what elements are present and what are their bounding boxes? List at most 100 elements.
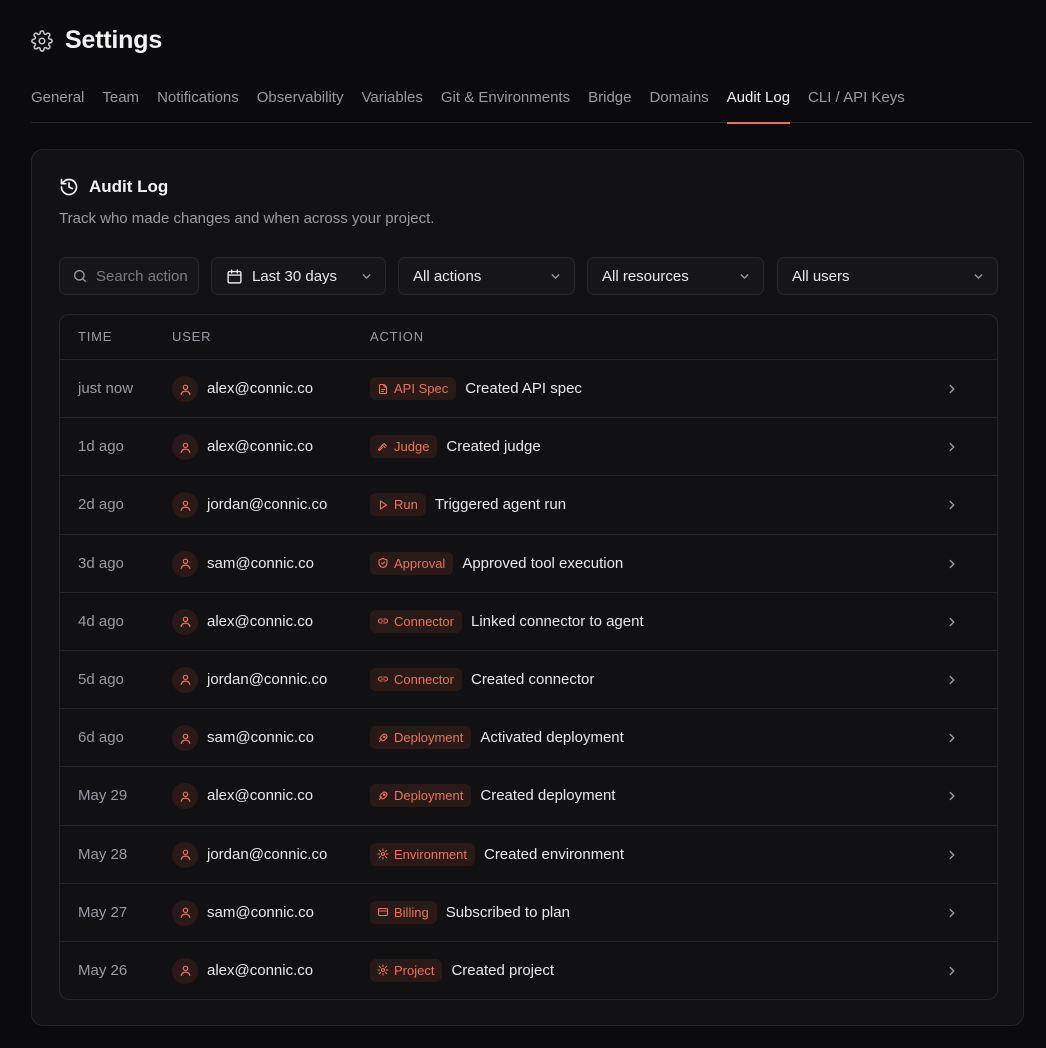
tab-notifications[interactable]: Notifications xyxy=(157,80,239,123)
resource-badge: Judge xyxy=(370,435,438,459)
chevron-right-icon xyxy=(949,442,955,452)
badge-label: Judge xyxy=(394,439,430,455)
history-icon xyxy=(60,178,78,196)
row-time: May 27 xyxy=(78,903,128,921)
avatar xyxy=(172,899,198,926)
tab-cli-api-keys[interactable]: CLI / API Keys xyxy=(808,80,905,123)
table-row[interactable]: May 26 alex@connic.co Project Created proje… xyxy=(60,942,997,999)
row-user: alex@connic.co xyxy=(207,961,314,979)
table-row[interactable]: 3d ago sam@connic.co Approval Approved tool… xyxy=(60,535,997,593)
date-range-select[interactable]: Last 30 days xyxy=(211,257,386,295)
resource-badge: API Spec xyxy=(370,377,457,400)
row-user: jordan@connic.co xyxy=(207,496,328,514)
row-time: 5d ago xyxy=(78,670,124,688)
gear-icon xyxy=(31,29,53,52)
link-icon xyxy=(377,618,389,624)
action-description: Activated deployment xyxy=(480,729,624,747)
table-row[interactable]: just now alex@connic.co API Spec Created AP… xyxy=(60,360,997,419)
action-description: Subscribed to plan xyxy=(445,903,570,921)
table-row[interactable]: May 27 sam@connic.co Billing Subscribed to … xyxy=(60,884,997,942)
row-action: Judge Created judge xyxy=(370,435,541,459)
search-icon xyxy=(74,270,86,282)
tab-audit-log[interactable]: Audit Log xyxy=(726,80,791,124)
resources-value: All resources xyxy=(602,267,689,285)
table-row[interactable]: 1d ago alex@connic.co Judge Created judge xyxy=(60,418,997,477)
resource-badge: Approval xyxy=(370,551,454,575)
row-action: API Spec Created API spec xyxy=(370,377,582,400)
row-time: 3d ago xyxy=(78,554,124,572)
tab-general[interactable]: General xyxy=(31,80,84,123)
badge-label: Billing xyxy=(394,904,429,920)
user-icon xyxy=(180,500,190,511)
tab-bridge[interactable]: Bridge xyxy=(588,80,631,123)
table-row[interactable]: 2d ago jordan@connic.co Run Triggered agent… xyxy=(60,476,997,535)
resource-badge: Environment xyxy=(370,842,475,866)
chevron-right-icon xyxy=(949,850,955,859)
resource-badge: Deployment xyxy=(370,784,472,808)
chevron-down-icon xyxy=(974,274,983,279)
tab-git-environments[interactable]: Git & Environments xyxy=(441,80,570,123)
chevron-down-icon xyxy=(740,274,749,279)
avatar xyxy=(172,957,198,984)
table-row[interactable]: 4d ago alex@connic.co Connector Linked conn… xyxy=(60,593,997,651)
tab-variables[interactable]: Variables xyxy=(361,80,422,123)
link-icon xyxy=(377,676,389,682)
action-description: Approved tool execution xyxy=(462,554,624,572)
row-action: Connector Created connector xyxy=(370,667,595,691)
tab-team[interactable]: Team xyxy=(102,80,139,123)
user-icon xyxy=(180,849,190,860)
table-row[interactable]: 5d ago jordan@connic.co Connector Created c… xyxy=(60,651,997,710)
badge-label: API Spec xyxy=(394,381,449,396)
avatar xyxy=(172,434,198,461)
tab-domains[interactable]: Domains xyxy=(649,80,708,123)
row-time: 4d ago xyxy=(78,612,124,630)
gavel-icon xyxy=(377,442,388,451)
settings-tabs: General Team Notifications Observability… xyxy=(31,80,1032,124)
chevron-right-icon xyxy=(949,792,955,801)
table-row[interactable]: May 28 jordan@connic.co Environment Created… xyxy=(60,826,997,884)
badge-label: Project xyxy=(394,962,435,978)
avatar xyxy=(172,725,198,752)
user-icon xyxy=(180,965,190,977)
avatar xyxy=(172,783,198,810)
row-user: alex@connic.co xyxy=(207,787,314,805)
row-time: 1d ago xyxy=(78,438,124,456)
row-user: jordan@connic.co xyxy=(207,845,328,863)
badge-label: Run xyxy=(394,497,418,513)
file-icon xyxy=(378,383,388,394)
action-description: Created connector xyxy=(470,670,595,688)
action-description: Linked connector to agent xyxy=(470,612,644,630)
row-action: Run Triggered agent run xyxy=(370,493,566,517)
card-header: Audit Log xyxy=(59,177,168,197)
shield-check-icon xyxy=(378,558,388,569)
row-time: 2d ago xyxy=(78,496,124,514)
table-header: TIME USER ACTION xyxy=(60,315,997,360)
table-row[interactable]: May 29 alex@connic.co Deployment Created de… xyxy=(60,767,997,826)
rocket-icon xyxy=(378,791,388,800)
search-field[interactable] xyxy=(59,257,199,295)
gear-icon xyxy=(377,964,389,976)
user-icon xyxy=(180,558,190,570)
tab-observability[interactable]: Observability xyxy=(257,80,344,123)
calendar-icon xyxy=(227,268,242,284)
user-icon xyxy=(180,733,190,744)
resources-select[interactable]: All resources xyxy=(587,257,764,295)
resource-badge: Connector xyxy=(370,667,462,691)
row-action: Billing Subscribed to plan xyxy=(370,900,570,924)
chevron-right-icon xyxy=(949,908,955,917)
row-time: just now xyxy=(78,380,134,397)
row-action: Project Created project xyxy=(370,958,554,982)
users-select[interactable]: All users xyxy=(777,257,998,295)
credit-card-icon xyxy=(377,908,389,917)
badge-label: Connector xyxy=(394,671,454,687)
search-input[interactable] xyxy=(96,267,188,285)
column-time: TIME xyxy=(78,329,113,344)
table-row[interactable]: 6d ago sam@connic.co Deployment Activated d… xyxy=(60,709,997,768)
play-icon xyxy=(379,500,388,510)
action-description: Created environment xyxy=(483,845,625,863)
card-title: Audit Log xyxy=(89,177,169,196)
actions-select[interactable]: All actions xyxy=(398,257,575,295)
chevron-right-icon xyxy=(949,733,955,743)
row-action: Environment Created environment xyxy=(370,842,625,866)
row-action: Connector Linked connector to agent xyxy=(370,609,644,633)
